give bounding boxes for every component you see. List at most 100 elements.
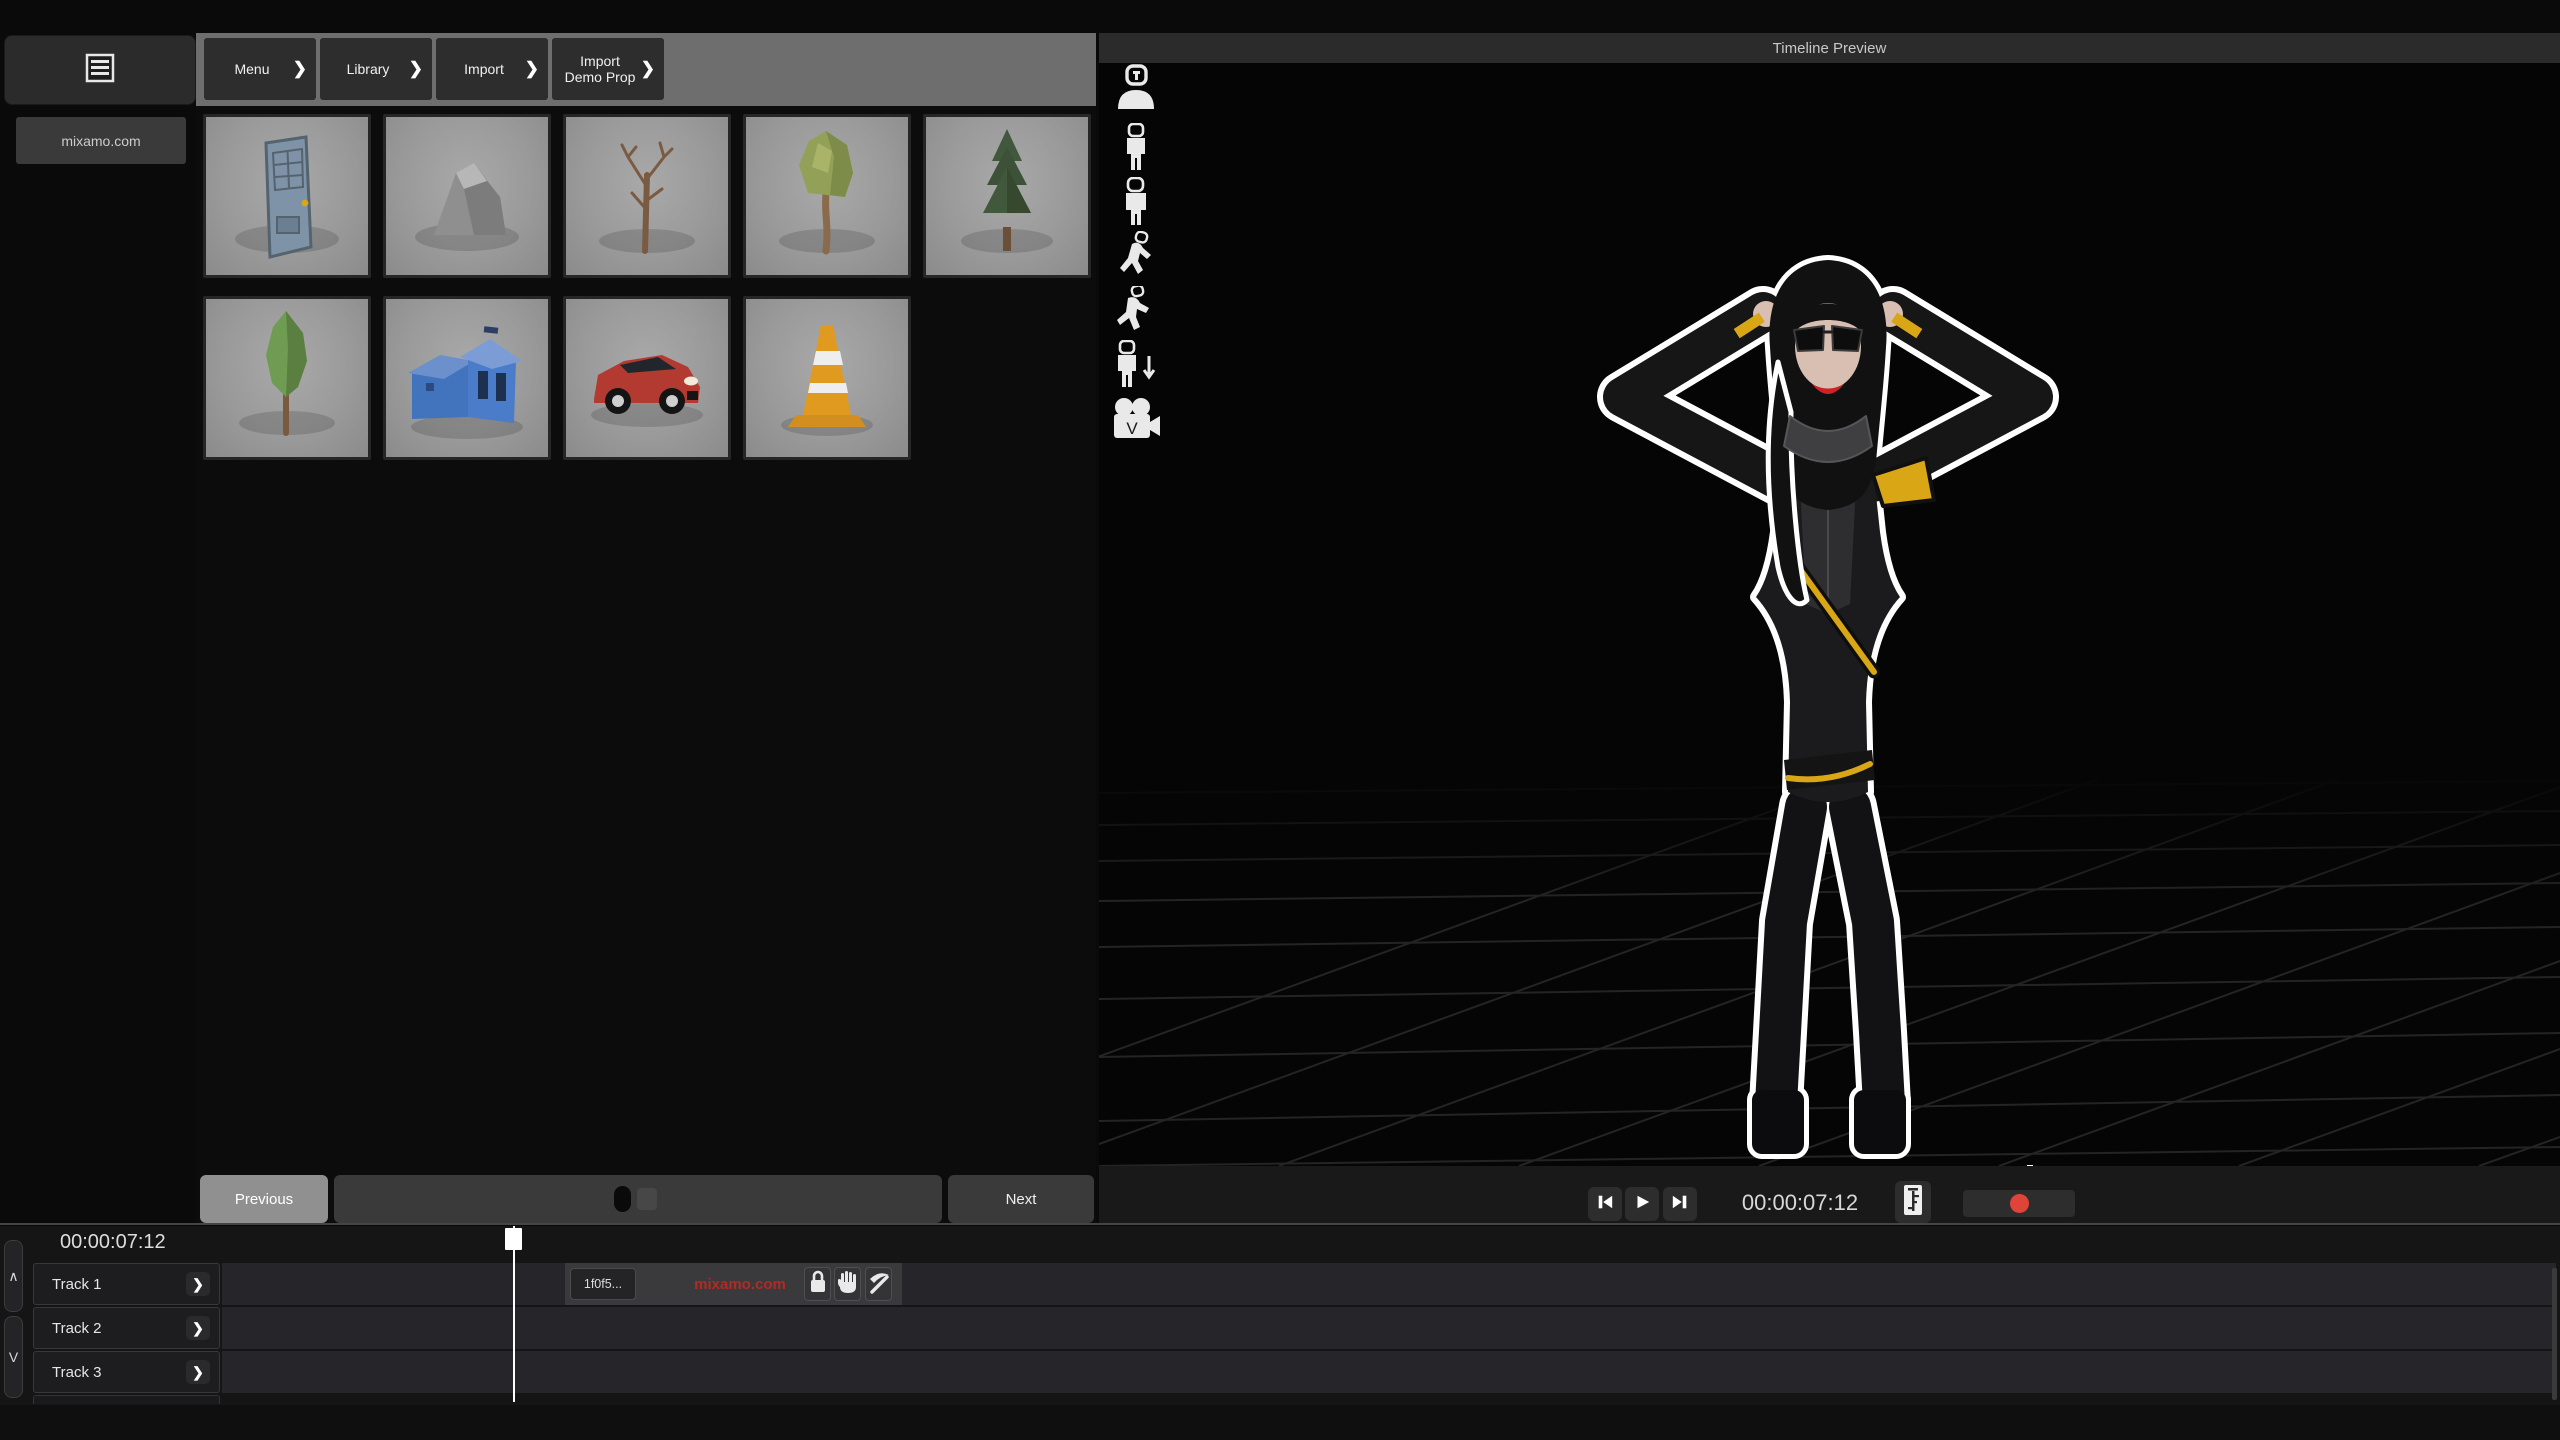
hamburger-icon [85, 53, 115, 88]
viewport-title: Timeline Preview [1773, 40, 1887, 57]
track-2-lane[interactable] [222, 1307, 2556, 1349]
import-button[interactable]: Import ❯ [436, 38, 548, 100]
timeline-timecode: 00:00:07:12 [60, 1231, 166, 1254]
ruler-icon [1904, 1185, 1922, 1220]
timeline-bottom-strip [0, 1405, 2560, 1440]
timeline-scroll-up-button[interactable]: ∧ [4, 1240, 23, 1312]
track-1-label: Track 1 [52, 1276, 101, 1293]
prop-tile-rock[interactable] [383, 114, 551, 278]
pine-tree-thumbnail [926, 117, 1088, 275]
chevron-right-icon: ❯ [192, 1320, 204, 1337]
prop-tile-door[interactable] [203, 114, 371, 278]
pickaxe-icon [868, 1270, 890, 1299]
scroll-down-icon: V [9, 1349, 18, 1365]
prop-tile-poplar-tree[interactable] [203, 296, 371, 460]
chevron-right-icon: ❯ [641, 59, 655, 79]
blue-house-thumbnail [386, 299, 548, 457]
page-dot-active[interactable] [614, 1186, 631, 1212]
track-1-expand-button[interactable]: ❯ [186, 1272, 210, 1296]
camera-preset-standing-2-button[interactable] [1112, 178, 1160, 228]
mixamo-site-button[interactable]: mixamo.com [16, 117, 186, 164]
app-window: mixamo.com Menu ❯ Library ❯ Import ❯ Imp… [0, 0, 2560, 1440]
import-button-label: Import [464, 61, 520, 77]
prop-tile-traffic-cone[interactable] [743, 296, 911, 460]
leafy-tree-thumbnail [746, 117, 908, 275]
running-figure-icon [1116, 231, 1156, 284]
camera-preset-fall-button[interactable] [1112, 341, 1160, 391]
prop-tile-red-car[interactable] [563, 296, 731, 460]
camera-preset-video-button[interactable]: V [1112, 398, 1160, 448]
play-button[interactable] [1625, 1187, 1659, 1221]
prop-tile-pine-tree[interactable] [923, 114, 1091, 278]
clip-pickaxe-button[interactable] [865, 1267, 892, 1301]
import-demo-prop-button[interactable]: Import Demo Prop ❯ [552, 38, 664, 100]
prop-tile-blue-house[interactable] [383, 296, 551, 460]
traffic-cone-thumbnail [746, 299, 908, 457]
camera-preset-standing-button[interactable] [1112, 124, 1160, 174]
clip-watermark: mixamo.com [665, 1263, 815, 1305]
track-2-expand-button[interactable]: ❯ [186, 1316, 210, 1340]
bust-camera-icon [1115, 64, 1157, 115]
skip-end-button[interactable] [1663, 1187, 1697, 1221]
clip-hand-button[interactable] [834, 1267, 861, 1301]
camera-preset-run-2-button[interactable] [1112, 287, 1160, 337]
rock-thumbnail [386, 117, 548, 275]
video-camera-icon: V [1112, 398, 1160, 449]
timeline-playhead-line [513, 1226, 515, 1402]
chevron-right-icon: ❯ [409, 59, 423, 79]
dead-tree-thumbnail [566, 117, 728, 275]
previous-page-button[interactable]: Previous [200, 1175, 328, 1223]
timeline-scrollbar[interactable] [2552, 1268, 2557, 1400]
track-2-header[interactable]: Track 2 ❯ [33, 1307, 220, 1349]
mixamo-site-label: mixamo.com [61, 133, 140, 149]
clip-lock-button[interactable] [804, 1267, 831, 1301]
prop-tile-dead-tree[interactable] [563, 114, 731, 278]
track-1-lane[interactable]: 1f0f5... mixamo.com [222, 1263, 2556, 1305]
camera-v-label: V [1126, 419, 1138, 438]
standing-figure-2-icon [1119, 177, 1153, 230]
camera-preset-bust-button[interactable] [1112, 64, 1160, 114]
library-button[interactable]: Library ❯ [320, 38, 432, 100]
main-menu-button[interactable] [4, 35, 196, 105]
clip-hash-button[interactable]: 1f0f5... [570, 1268, 636, 1300]
chevron-right-icon: ❯ [525, 59, 539, 79]
chevron-right-icon: ❯ [192, 1364, 204, 1381]
record-icon [2010, 1194, 2029, 1213]
track-4-header-partial [33, 1395, 220, 1404]
timeline-ruler-button[interactable] [1895, 1181, 1931, 1223]
track-3-expand-button[interactable]: ❯ [186, 1360, 210, 1384]
standing-figure-icon [1119, 123, 1153, 176]
timeline-scroll-down-button[interactable]: V [4, 1316, 23, 1398]
track-3-lane[interactable] [222, 1351, 2556, 1393]
track-3-header[interactable]: Track 3 ❯ [33, 1351, 220, 1393]
timeline-top-divider [0, 1223, 2560, 1225]
next-page-button[interactable]: Next [948, 1175, 1094, 1223]
timeline-playhead-handle[interactable] [505, 1228, 522, 1250]
camera-preset-run-button[interactable] [1112, 232, 1160, 282]
previous-page-label: Previous [235, 1191, 293, 1208]
toolbar: Menu ❯ Library ❯ Import ❯ Import Demo Pr… [196, 33, 1096, 106]
page-dot-inactive[interactable] [637, 1188, 657, 1210]
running-figure-2-icon [1116, 286, 1156, 339]
next-page-label: Next [1006, 1191, 1037, 1208]
track-1-header[interactable]: Track 1 ❯ [33, 1263, 220, 1305]
clip-hash-label: 1f0f5... [584, 1277, 622, 1291]
track-2-label: Track 2 [52, 1320, 101, 1337]
track-3-label: Track 3 [52, 1364, 101, 1381]
chevron-right-icon: ❯ [192, 1276, 204, 1293]
prop-tile-leafy-tree[interactable] [743, 114, 911, 278]
scroll-up-icon: ∧ [8, 1268, 18, 1285]
transport-timecode: 00:00:07:12 [1720, 1190, 1880, 1216]
transport-bar: 00:00:07:12 [1099, 1166, 2560, 1224]
menu-button-label: Menu [234, 61, 285, 77]
chevron-right-icon: ❯ [293, 59, 307, 79]
character-model[interactable] [1528, 232, 2128, 1167]
menu-button[interactable]: Menu ❯ [204, 38, 316, 100]
door-thumbnail [206, 117, 368, 275]
viewport-header: Timeline Preview [1099, 33, 2560, 63]
hand-icon [838, 1270, 858, 1299]
track-1-clip[interactable]: 1f0f5... mixamo.com [565, 1263, 902, 1305]
library-button-label: Library [347, 61, 406, 77]
skip-start-button[interactable] [1588, 1187, 1622, 1221]
record-button[interactable] [1963, 1190, 2075, 1217]
